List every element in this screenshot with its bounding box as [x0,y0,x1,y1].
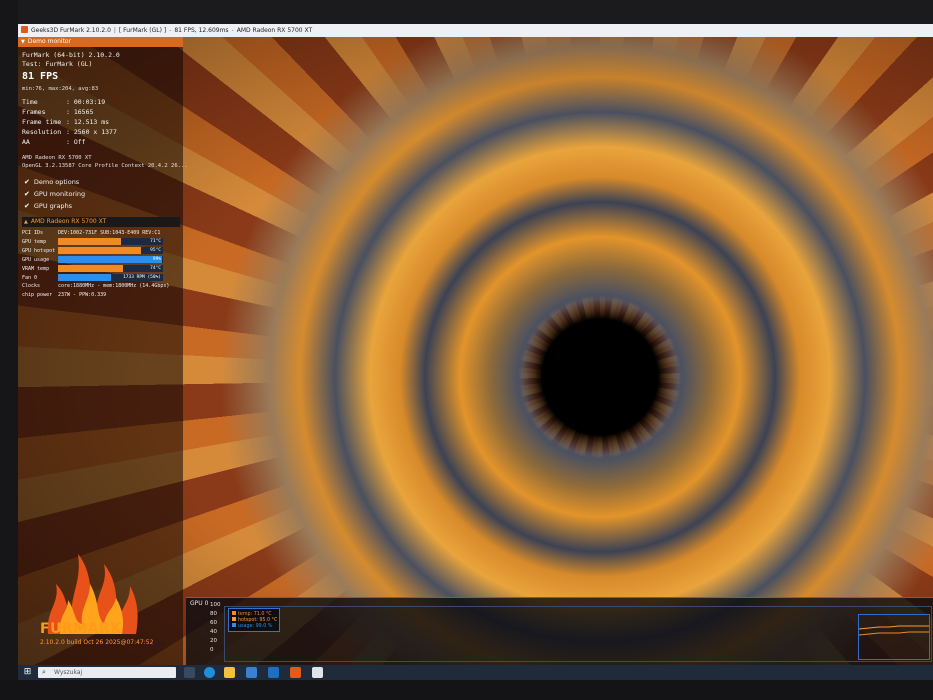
mail-icon[interactable] [268,667,279,678]
graph-plot-area [224,606,932,662]
stat-aa: AA: Off [22,138,86,146]
gpu-graphs-checkbox[interactable]: ✔ GPU graphs [24,202,72,210]
gpu-temp-bar: 71°C [58,238,163,245]
legend-usage: usage: 99.0 % [232,623,272,630]
y-tick-label: 20 [210,638,217,644]
y-tick-label: 0 [210,647,214,653]
gpu-monitoring-checkbox[interactable]: ✔ GPU monitoring [24,190,85,198]
gpu-hotspot-label: GPU hotspot [22,248,56,254]
checkmark-icon: ✔ [24,178,30,186]
gpu-graph-panel: GPU 0 100 80 60 40 20 0 temp: 71.0 °C ho… [186,597,933,666]
stat-frame-time: Frame time: 12.513 ms [22,118,110,126]
furmark-logo-text: FURMARK [40,621,122,637]
y-tick-label: 80 [210,611,217,617]
hotspot-line [859,625,929,630]
stat-frames: Frames: 16565 [22,108,94,116]
demo-options-checkbox[interactable]: ✔ Demo options [24,178,79,186]
y-tick-label: 40 [210,629,217,635]
window-titlebar[interactable]: Geeks3D FurMark 2.10.2.0 |[ FurMark (GL) … [18,24,933,37]
fan-bar: 1733 RPM (50%) [58,274,163,281]
opengl-line: OpenGL 3.2.13587 Core Profile Context 20… [22,163,188,169]
graph-title: GPU 0 [190,600,209,607]
monitor-bezel-top [0,0,933,24]
gpu-usage-bar: 99% [58,256,163,263]
search-icon: ⌕ [42,668,46,676]
temp-line [859,631,929,636]
collapse-triangle-icon: ▼ [21,39,25,45]
window-mode: [ FurMark (GL) ] [118,27,167,34]
fps-readout: 81 FPS [22,71,59,82]
screen: Geeks3D FurMark 2.10.2.0 |[ FurMark (GL) … [18,24,933,680]
store-icon[interactable] [246,667,257,678]
app-version-line: FurMark (64-bit) 2.10.2.0 [22,51,120,59]
window-title: Geeks3D FurMark 2.10.2.0 [31,27,111,34]
taskbar-search-box[interactable]: ⌕ Wyszukaj [38,667,176,678]
gpu-temp-label: GPU temp [22,239,47,245]
y-tick-label: 100 [210,602,221,608]
vram-temp-label: VRAM temp [22,266,50,272]
chip-power-row: chip power 237W - PPW:0.339 [22,292,107,298]
test-line: Test: FurMark (GL) [22,60,93,68]
file-explorer-icon[interactable] [224,667,235,678]
y-tick-label: 60 [210,620,217,626]
vram-temp-bar: 74°C [58,265,163,272]
build-info: 2.10.2.0 build Oct 26 2025@07:47:52 [40,639,154,646]
windows-start-icon[interactable]: ⊞ [22,667,33,678]
monitor-bezel-left [0,0,18,700]
window-fps-info: 81 FPS, 12.609ms [174,27,229,34]
demo-monitor-header[interactable]: ▼ Demo monitor [18,37,183,47]
task-view-icon[interactable] [184,667,195,678]
window-gpu-name: AMD Radeon RX 5700 XT [236,27,313,34]
collapse-triangle-icon: ▲ [24,219,28,225]
gpu-name-line: AMD Radeon RX 5700 XT [22,155,92,161]
fps-range: min:76, max:204, avg:83 [22,86,99,92]
monitor-bezel-bottom [0,680,933,700]
checkmark-icon: ✔ [24,202,30,210]
stat-resolution: Resolution: 2560 x 1377 [22,128,117,136]
gpu-hotspot-bar: 95°C [58,247,163,254]
graph-legend: temp: 71.0 °C hotspot: 95.0 °C usage: 99… [228,608,280,632]
furmark-icon[interactable] [290,667,301,678]
pci-ids-row: PCI IDs DEV:1002-731F SUB:1043-E409 REV:C… [22,230,161,236]
gpu-panel-header[interactable]: ▲ AMD Radeon RX 5700 XT [22,217,180,227]
furmark-app-icon [21,26,28,33]
search-placeholder: Wyszukaj [54,669,83,676]
stat-time: Time: 00:03:19 [22,98,106,106]
terminal-icon[interactable] [312,667,323,678]
clocks-row: Clocks core:1880MHz - mem:1800MHz (14.4Gb… [22,283,170,289]
graph-mini-plot [858,614,930,660]
demo-monitor-panel: ▼ Demo monitor FurMark (64-bit) 2.10.2.0 … [18,37,188,665]
edge-icon[interactable] [204,667,215,678]
fan-label: Fan 0 [22,275,38,281]
checkmark-icon: ✔ [24,190,30,198]
gpu-usage-label: GPU usage [22,257,50,263]
windows-taskbar: ⊞ ⌕ Wyszukaj [18,665,933,680]
